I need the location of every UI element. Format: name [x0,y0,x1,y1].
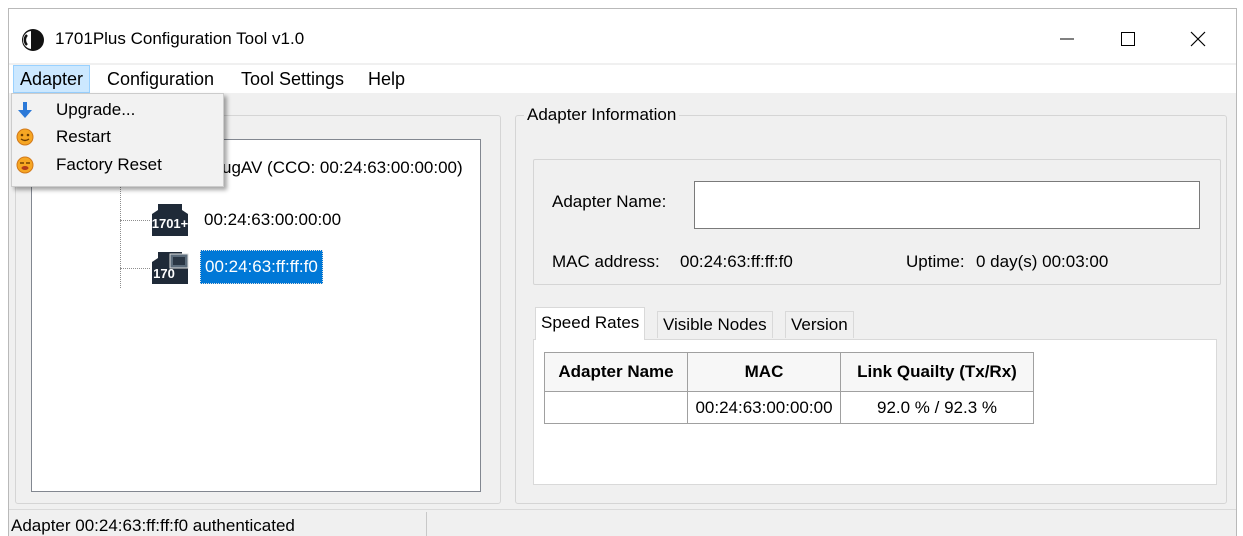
column-mac[interactable]: MAC [687,352,841,392]
menu-item-upgrade[interactable]: Upgrade... [12,97,223,124]
adapter-name-input[interactable] [694,181,1200,229]
cell-link-quality: 92.0 % / 92.3 % [840,391,1034,424]
tree-node-label-selected[interactable]: 00:24:63:ff:ff:f0 [200,250,323,284]
restart-icon [16,128,34,146]
adapter-menu-dropdown: Upgrade... Restart Factory Reset [11,93,224,187]
menu-item-restart-label: Restart [56,127,111,146]
tree-line-branch-1 [120,220,150,221]
column-adapter-name[interactable]: Adapter Name [544,352,688,392]
status-bar: Adapter 00:24:63:ff:ff:f0 authenticated [9,509,1236,536]
menu-item-factory-reset-label: Factory Reset [56,155,162,174]
tree-root-label[interactable]: ugAV (CCO: 00:24:63:00:00:00) [222,158,463,178]
tree-line-vertical [120,172,121,288]
speed-rates-page: Adapter Name MAC Link Quailty (Tx/Rx) 00… [533,339,1217,485]
network-tree[interactable]: ugAV (CCO: 00:24:63:00:00:00) 1701+ 00:2… [31,139,481,492]
close-icon [1190,31,1206,47]
tree-node-icon-label-1: 1701+ [152,216,189,231]
menu-item-factory-reset[interactable]: Factory Reset [12,152,223,179]
window-title: 1701Plus Configuration Tool v1.0 [55,29,305,48]
adapter-details-panel: Adapter Name: MAC address: 00:24:63:ff:f… [533,159,1221,285]
column-link-quality[interactable]: Link Quailty (Tx/Rx) [840,352,1034,392]
arrow-down-icon [18,102,32,118]
table-row[interactable]: 00:24:63:00:00:00 92.0 % / 92.3 % [544,391,1034,424]
tab-version[interactable]: Version [785,311,854,338]
app-window: 1701Plus Configuration Tool v1.0 Adapter… [8,8,1237,536]
minimize-icon [1060,38,1074,40]
tree-node-label[interactable]: 00:24:63:00:00:00 [204,210,341,230]
tab-visible-nodes[interactable]: Visible Nodes [657,311,773,338]
minimize-button[interactable] [1044,17,1090,61]
menu-item-restart[interactable]: Restart [12,124,223,151]
title-bar: 1701Plus Configuration Tool v1.0 [9,9,1236,63]
cell-mac: 00:24:63:00:00:00 [687,391,841,424]
menu-configuration[interactable]: Configuration [101,65,220,93]
status-separator [426,512,427,536]
menu-bar: Adapter Configuration Tool Settings Help [9,65,1236,93]
tree-line-branch-2 [120,268,150,269]
maximize-button[interactable] [1105,17,1151,61]
adapter-device-icon: 170 [152,252,189,284]
app-logo-icon [22,29,44,51]
uptime-label: Uptime: [906,252,965,271]
menu-help[interactable]: Help [362,65,411,93]
status-message: Adapter 00:24:63:ff:ff:f0 authenticated [11,516,295,535]
maximize-icon [1121,32,1135,46]
tab-speed-rates[interactable]: Speed Rates [535,307,646,340]
adapter-device-icon: 1701+ [152,204,189,236]
mac-address-label: MAC address: [552,252,660,271]
menu-tool-settings[interactable]: Tool Settings [235,65,350,93]
menu-item-upgrade-label: Upgrade... [56,100,136,119]
factory-reset-icon [16,156,34,174]
speed-rates-table: Adapter Name MAC Link Quailty (Tx/Rx) 00… [544,352,1034,424]
menu-adapter[interactable]: Adapter [13,65,91,93]
uptime-value: 0 day(s) 00:03:00 [976,252,1109,271]
adapter-name-label: Adapter Name: [552,192,667,211]
cell-adapter-name [544,391,688,424]
adapter-information-title: Adapter Information [524,105,680,125]
mac-address-value: 00:24:63:ff:ff:f0 [680,252,793,271]
close-button[interactable] [1175,17,1221,61]
